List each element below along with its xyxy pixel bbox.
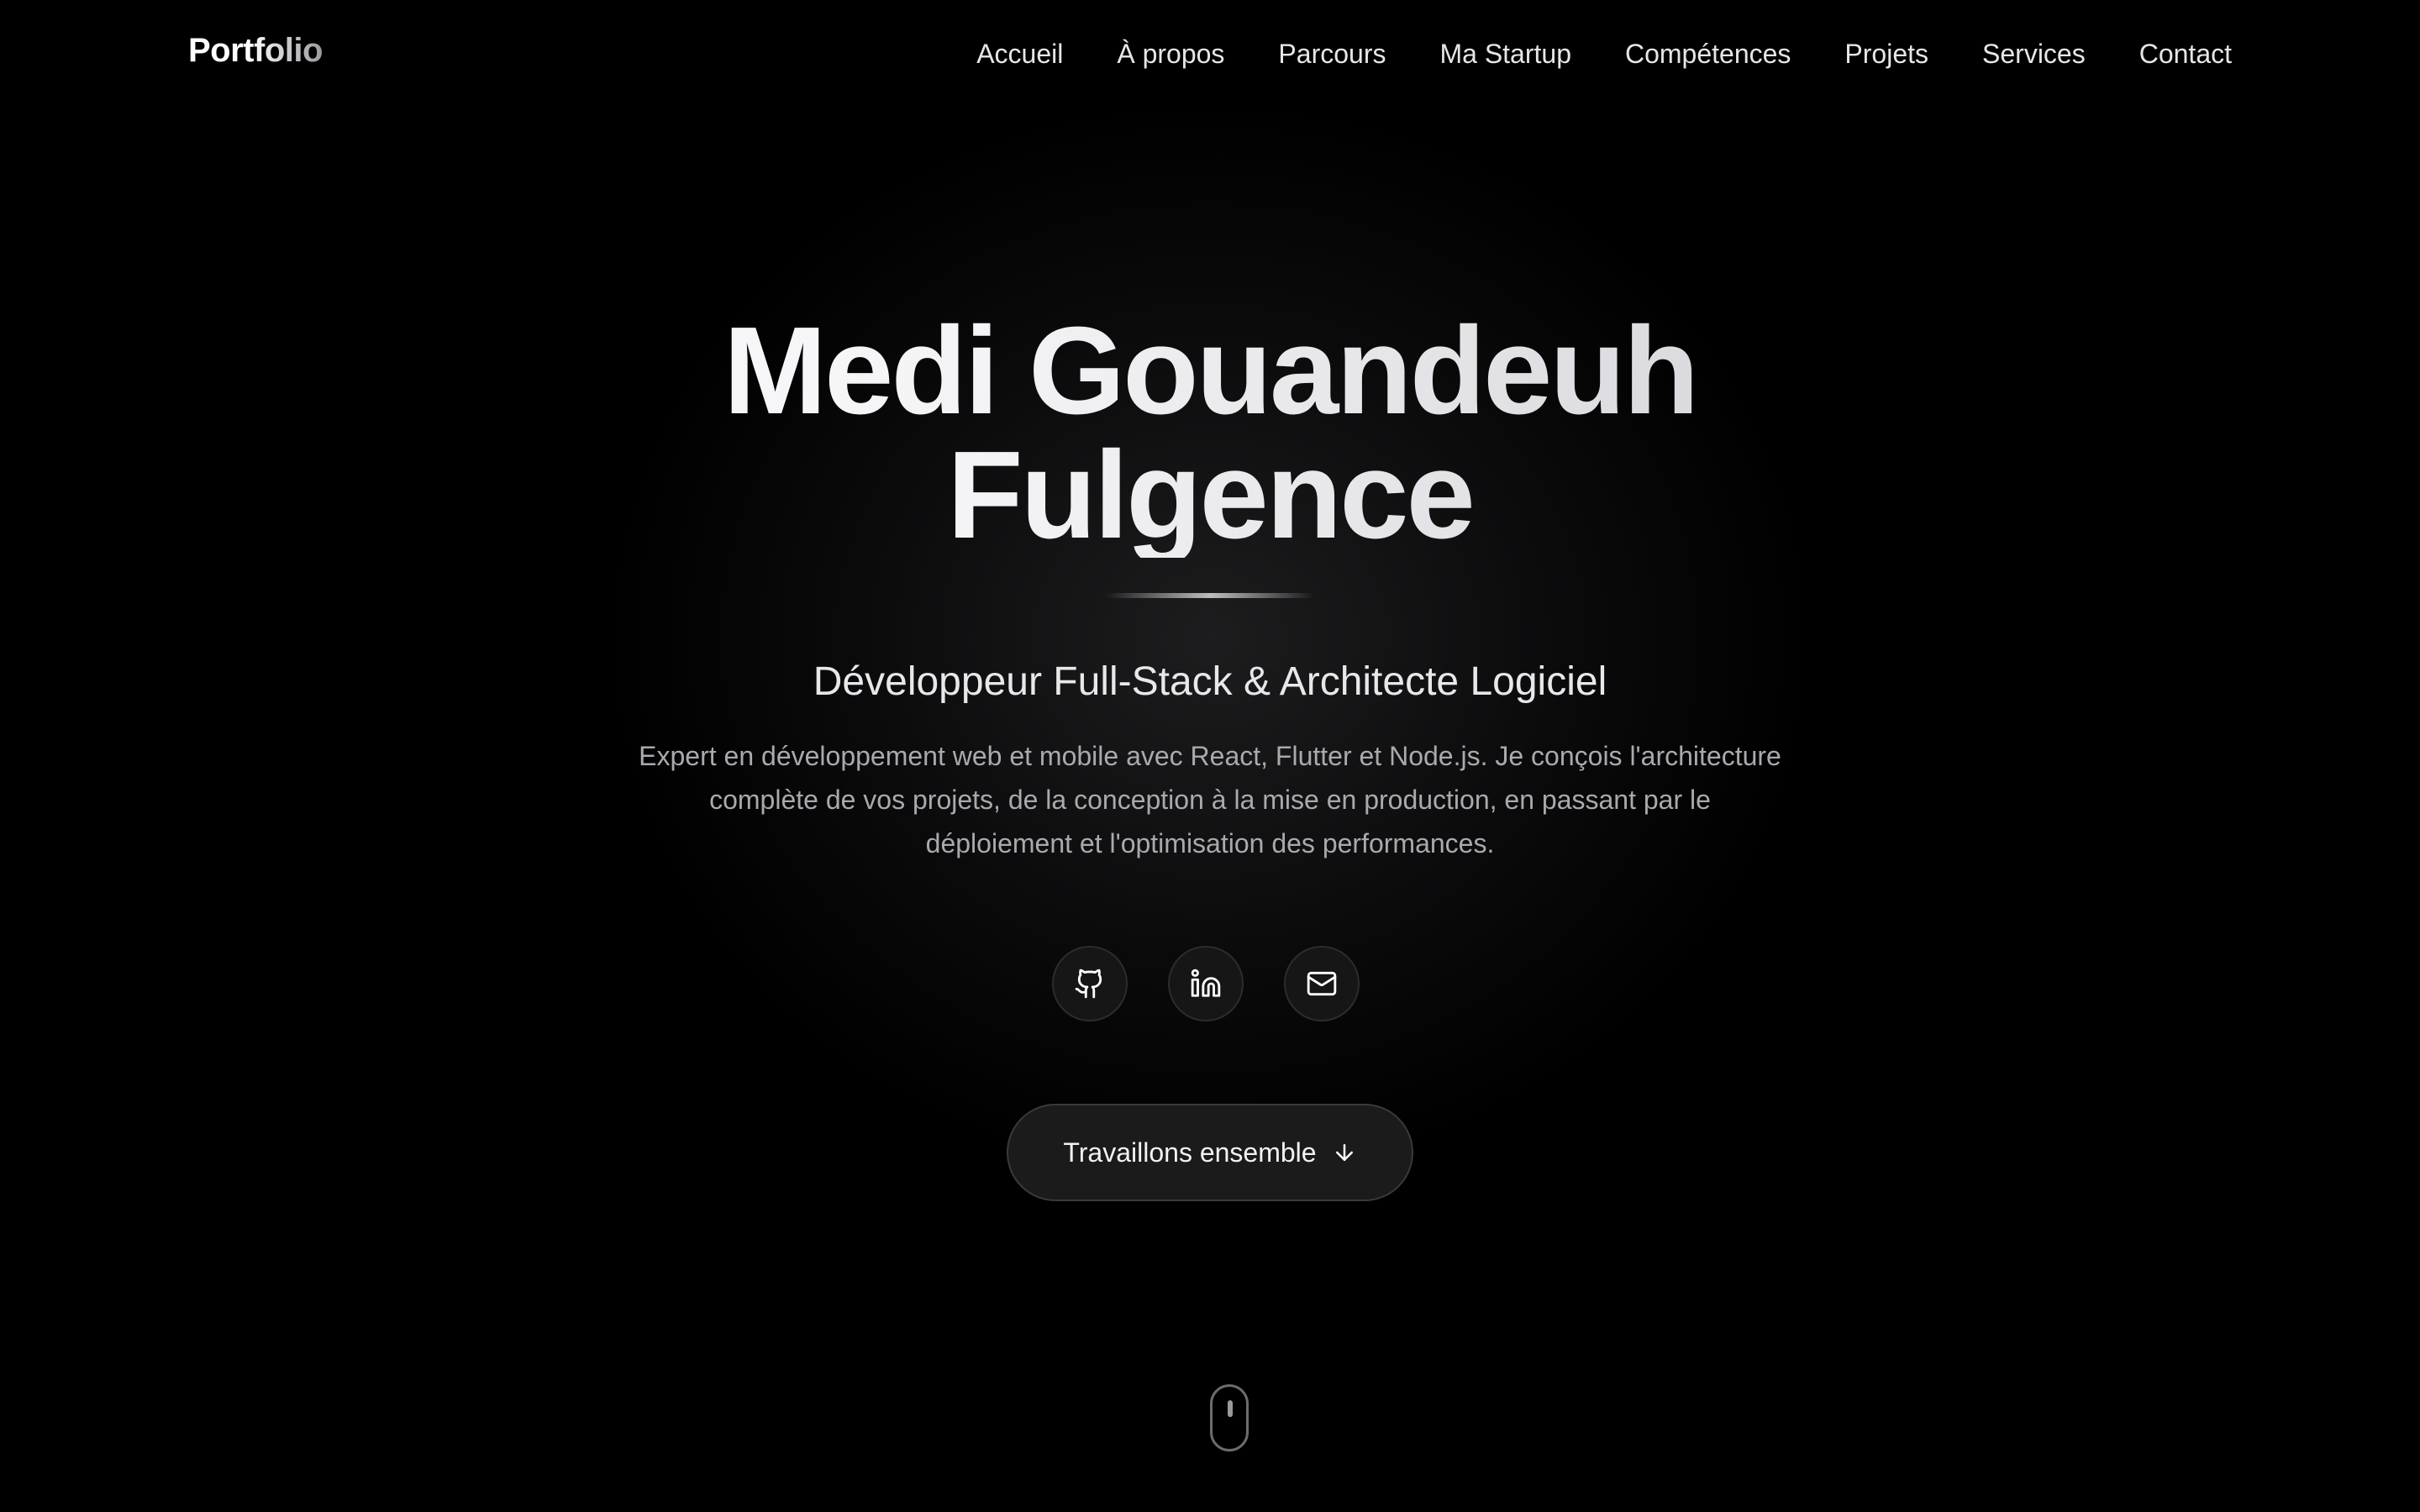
logo[interactable]: Portfolio: [188, 32, 323, 70]
mail-link[interactable]: [1284, 946, 1360, 1021]
hero-subtitle: Développeur Full-Stack & Architecte Logi…: [813, 659, 1607, 704]
github-link[interactable]: [1052, 946, 1128, 1021]
linkedin-icon: [1191, 969, 1221, 997]
hero-name-line1: Medi Gouandeuh: [0, 309, 2420, 433]
mail-icon: [1307, 971, 1337, 996]
scroll-wheel: [1228, 1400, 1233, 1417]
nav-item-competences[interactable]: Compétences: [1625, 35, 1791, 72]
hero-description: Expert en développement web et mobile av…: [639, 741, 1781, 858]
work-together-button[interactable]: Travaillons ensemble: [1007, 1104, 1413, 1201]
top-navigation: Portfolio Accueil À propos Parcours Ma S…: [0, 0, 2420, 109]
nav-item-contact[interactable]: Contact: [2139, 35, 2232, 72]
nav-item-accueil[interactable]: Accueil: [976, 35, 1063, 72]
nav-item-services[interactable]: Services: [1982, 35, 2086, 72]
arrow-down-icon: [1335, 1144, 1353, 1161]
cta-label: Travaillons ensemble: [1063, 1137, 1317, 1168]
hero-name: Medi Gouandeuh Fulgence: [0, 309, 2420, 558]
title-divider: [1106, 593, 1314, 598]
nav-item-a-propos[interactable]: À propos: [1117, 35, 1224, 72]
nav-item-ma-startup[interactable]: Ma Startup: [1439, 35, 1571, 72]
github-icon: [1075, 969, 1102, 999]
linkedin-link[interactable]: [1168, 946, 1244, 1021]
social-links: [1052, 946, 1360, 1021]
portfolio-page: Portfolio Accueil À propos Parcours Ma S…: [0, 0, 2420, 1512]
nav-links: Accueil À propos Parcours Ma Startup Com…: [976, 35, 2232, 72]
nav-item-parcours[interactable]: Parcours: [1278, 35, 1386, 72]
nav-item-projets[interactable]: Projets: [1844, 35, 1928, 72]
hero-name-line2: Fulgence: [0, 433, 2420, 558]
scroll-mouse-icon[interactable]: [1210, 1384, 1249, 1452]
